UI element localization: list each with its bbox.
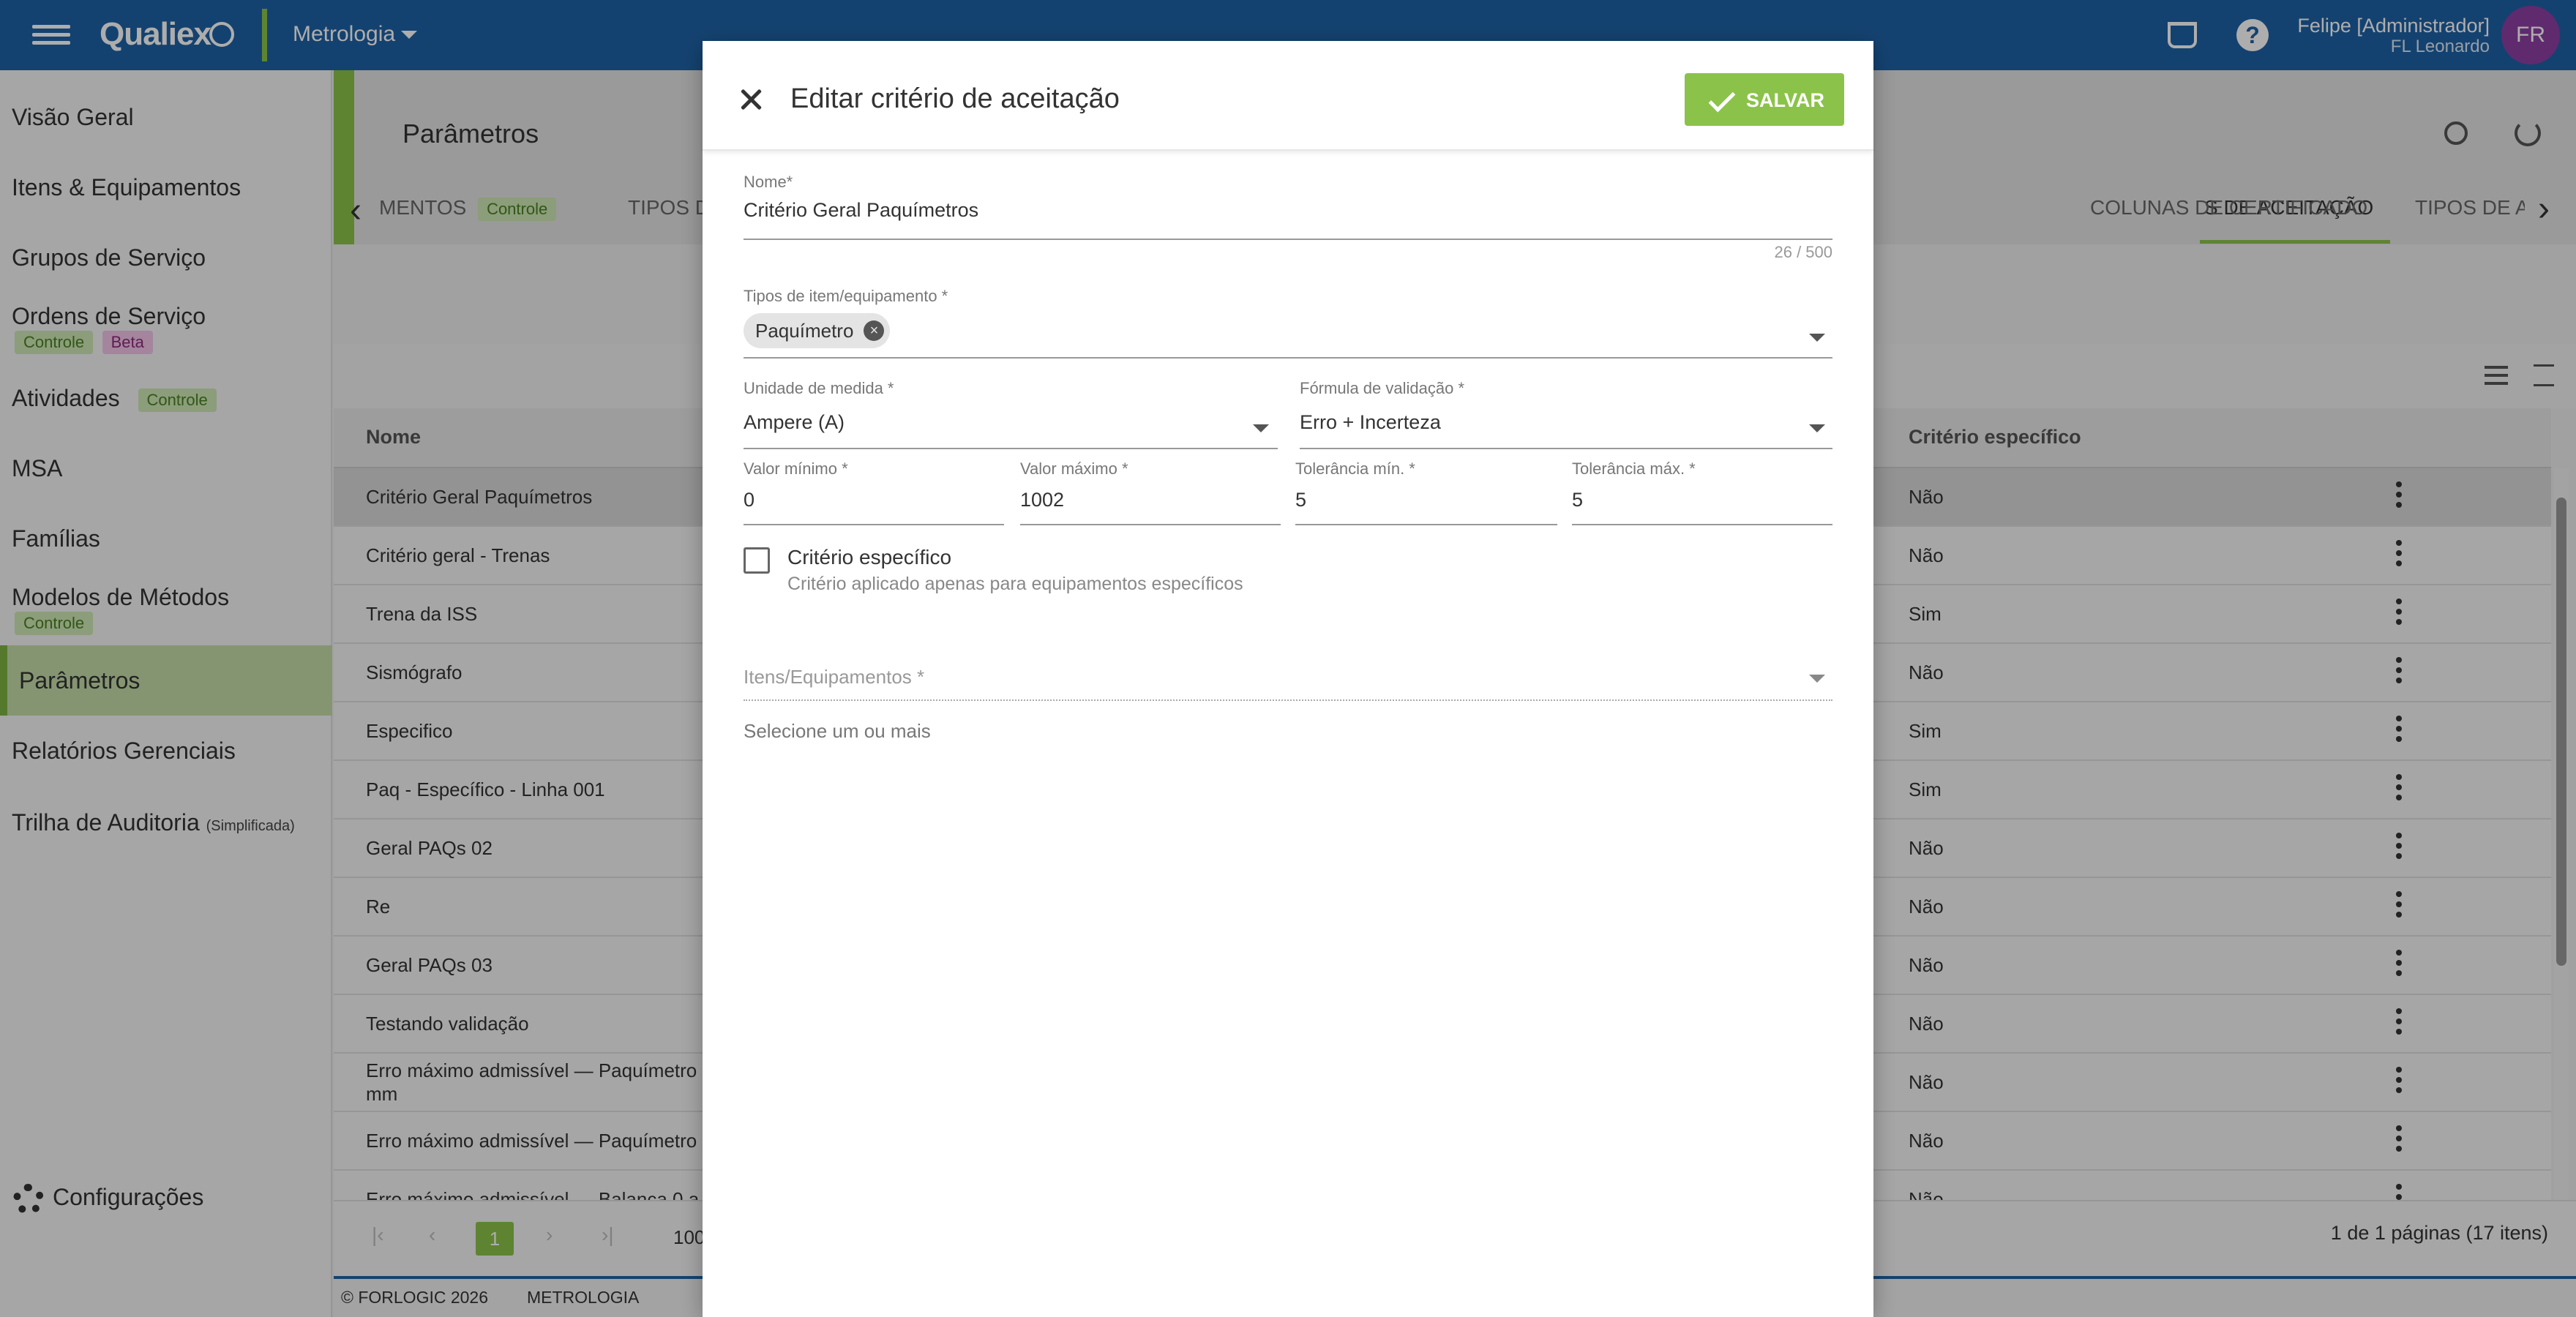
unit-select[interactable]: Ampere (A) [744,411,845,434]
unit-label: Unidade de medida * [744,379,894,397]
chip-label: Paquímetro [755,320,854,342]
min-value-label: Valor mínimo * [744,459,848,478]
save-label: SALVAR [1746,89,1824,111]
unit-underline [744,448,1278,449]
tol-min-underline [1295,524,1557,525]
item-type-chip: Paquímetro × [744,313,891,348]
specific-checkbox-label[interactable]: Critério específico [787,546,951,569]
tol-max-underline [1572,524,1832,525]
check-icon [1708,85,1736,113]
tol-min-field[interactable]: 5 [1295,489,1306,511]
specific-checkbox[interactable] [744,547,770,574]
min-value-underline [744,524,1004,525]
chip-remove-icon[interactable]: × [864,320,885,341]
formula-select[interactable]: Erro + Incerteza [1300,411,1441,434]
item-types-dropdown-icon[interactable] [1809,334,1825,342]
items-helper-text: Selecione um ou mais [744,720,931,742]
tol-max-label: Tolerância máx. * [1572,459,1696,478]
dialog-title: Editar critério de aceitação [790,83,1120,114]
tol-min-label: Tolerância mín. * [1295,459,1415,478]
item-types-label: Tipos de item/equipamento * [744,287,948,305]
close-icon[interactable] [735,83,768,117]
name-underline [744,239,1832,240]
max-value-label: Valor máximo * [1020,459,1128,478]
dialog-header: Editar critério de aceitação SALVAR [703,41,1873,151]
edit-criterion-dialog: Editar critério de aceitação SALVAR Nome… [703,41,1873,1317]
formula-underline [1300,448,1832,449]
unit-dropdown-icon[interactable] [1253,424,1269,432]
char-counter: 26 / 500 [1774,243,1832,261]
formula-label: Fórmula de validação * [1300,379,1465,397]
name-field[interactable]: Critério Geral Paquímetros [744,199,978,222]
items-underline [744,699,1832,701]
name-label: Nome* [744,173,793,191]
max-value-underline [1020,524,1281,525]
min-value-field[interactable]: 0 [744,489,755,511]
tol-max-field[interactable]: 5 [1572,489,1583,511]
formula-dropdown-icon[interactable] [1809,424,1825,432]
save-button[interactable]: SALVAR [1685,73,1844,126]
item-types-underline[interactable] [744,357,1832,359]
items-select[interactable]: Itens/Equipamentos * [744,666,924,688]
specific-checkbox-hint: Critério aplicado apenas para equipament… [787,574,1243,594]
max-value-field[interactable]: 1002 [1020,489,1064,511]
items-dropdown-icon[interactable] [1809,675,1825,683]
